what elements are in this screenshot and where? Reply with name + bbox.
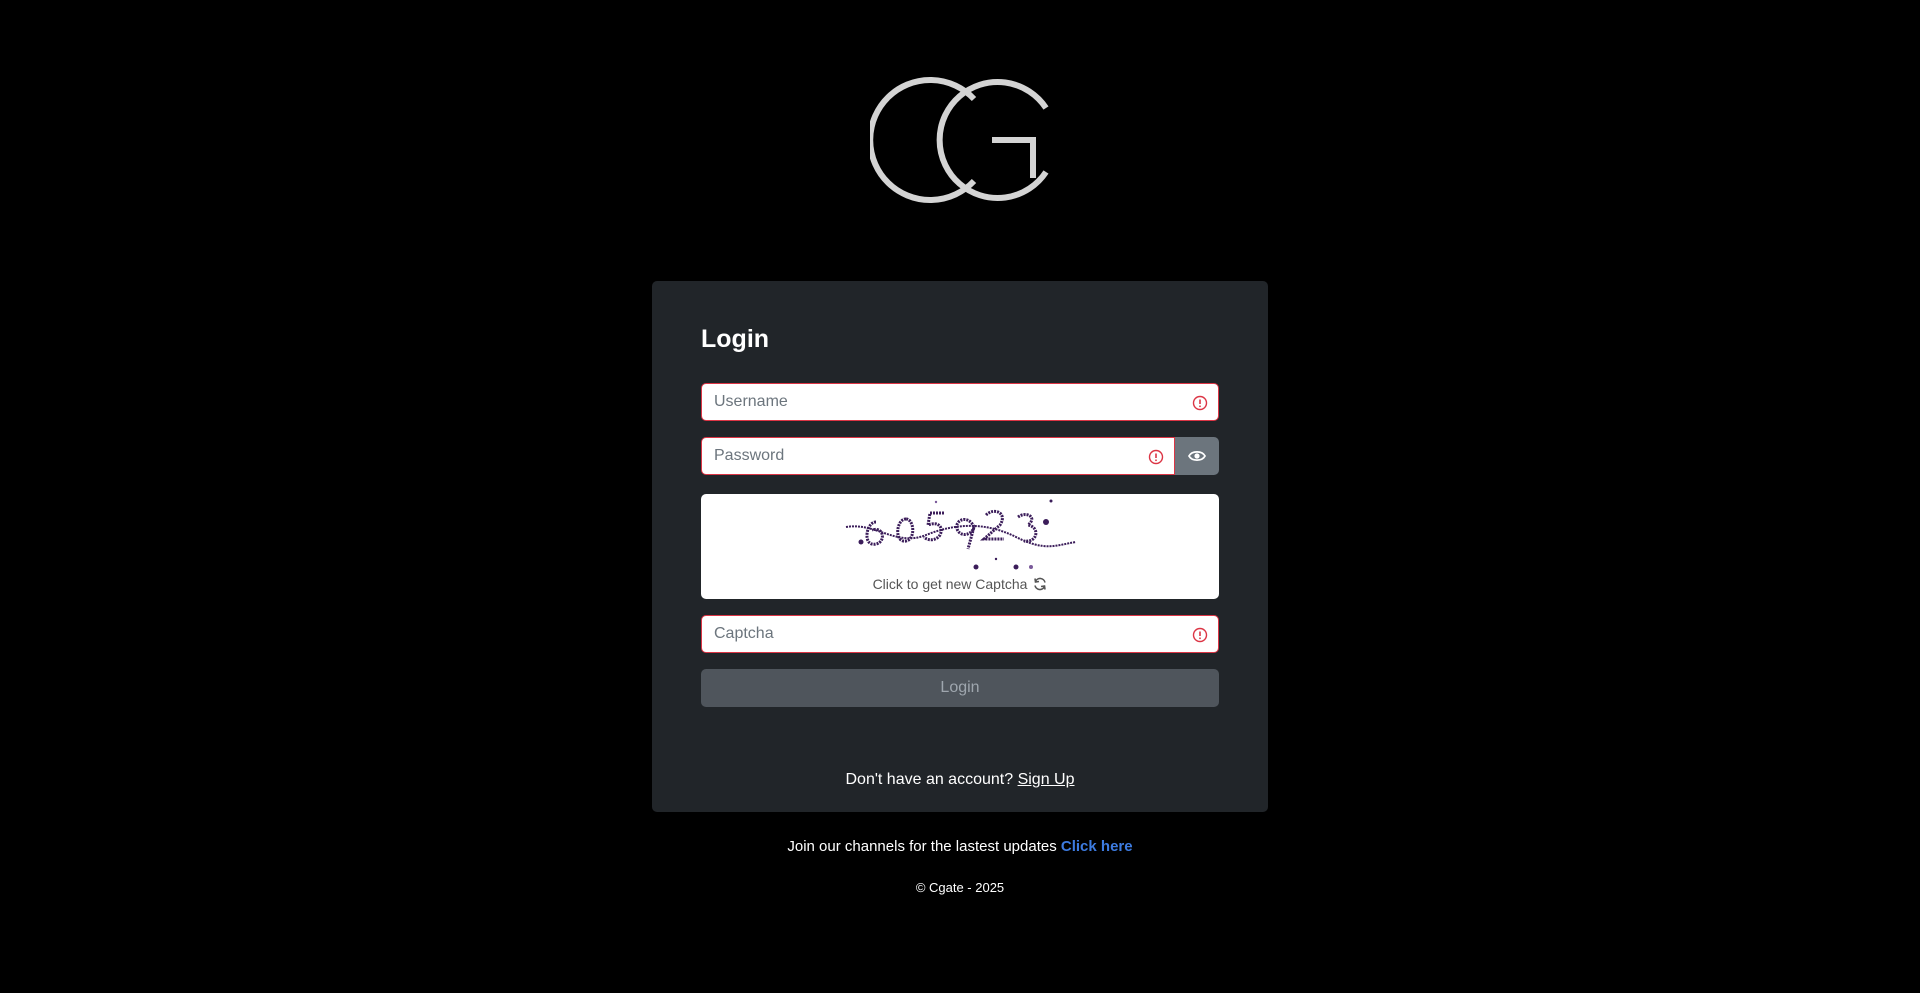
captcha-box: Click to get new Captcha [701, 494, 1219, 599]
captcha-refresh-label: Click to get new Captcha [872, 576, 1028, 592]
cg-monogram-logo [870, 77, 1049, 203]
channels-text: Join our channels for the lastest update… [787, 838, 1057, 855]
captcha-image[interactable] [836, 497, 1086, 572]
signup-line: Don't have an account? Sign Up [652, 771, 1268, 789]
footer-copyright: © Cgate - 2025 [915, 880, 1005, 895]
username-field-wrapper [701, 383, 1219, 421]
username-input[interactable] [702, 384, 1218, 420]
login-card: Login Username Click to get new Captcha … [652, 281, 1268, 812]
password-field-wrapper [701, 437, 1175, 475]
password-input[interactable] [702, 438, 1174, 474]
captcha-input[interactable] [702, 616, 1218, 652]
captcha-refresh-button[interactable]: Click to get new Captcha [701, 576, 1219, 592]
invalid-icon [1148, 449, 1164, 465]
channels-link[interactable]: Click here [1061, 838, 1133, 855]
eye-icon [1188, 450, 1206, 462]
refresh-icon [1034, 577, 1047, 591]
captcha-field-wrapper [701, 615, 1219, 653]
invalid-icon [1192, 627, 1208, 643]
toggle-password-button[interactable] [1175, 437, 1219, 475]
signup-prompt: Don't have an account? [845, 771, 1014, 788]
channels-line: Join our channels for the lastest update… [0, 838, 1920, 855]
invalid-icon [1192, 395, 1208, 411]
signup-link[interactable]: Sign Up [1018, 771, 1075, 788]
login-page: Login Username Click to get new Captcha … [0, 0, 1920, 993]
login-title: Login [701, 325, 770, 353]
login-button[interactable]: Login [701, 669, 1219, 707]
